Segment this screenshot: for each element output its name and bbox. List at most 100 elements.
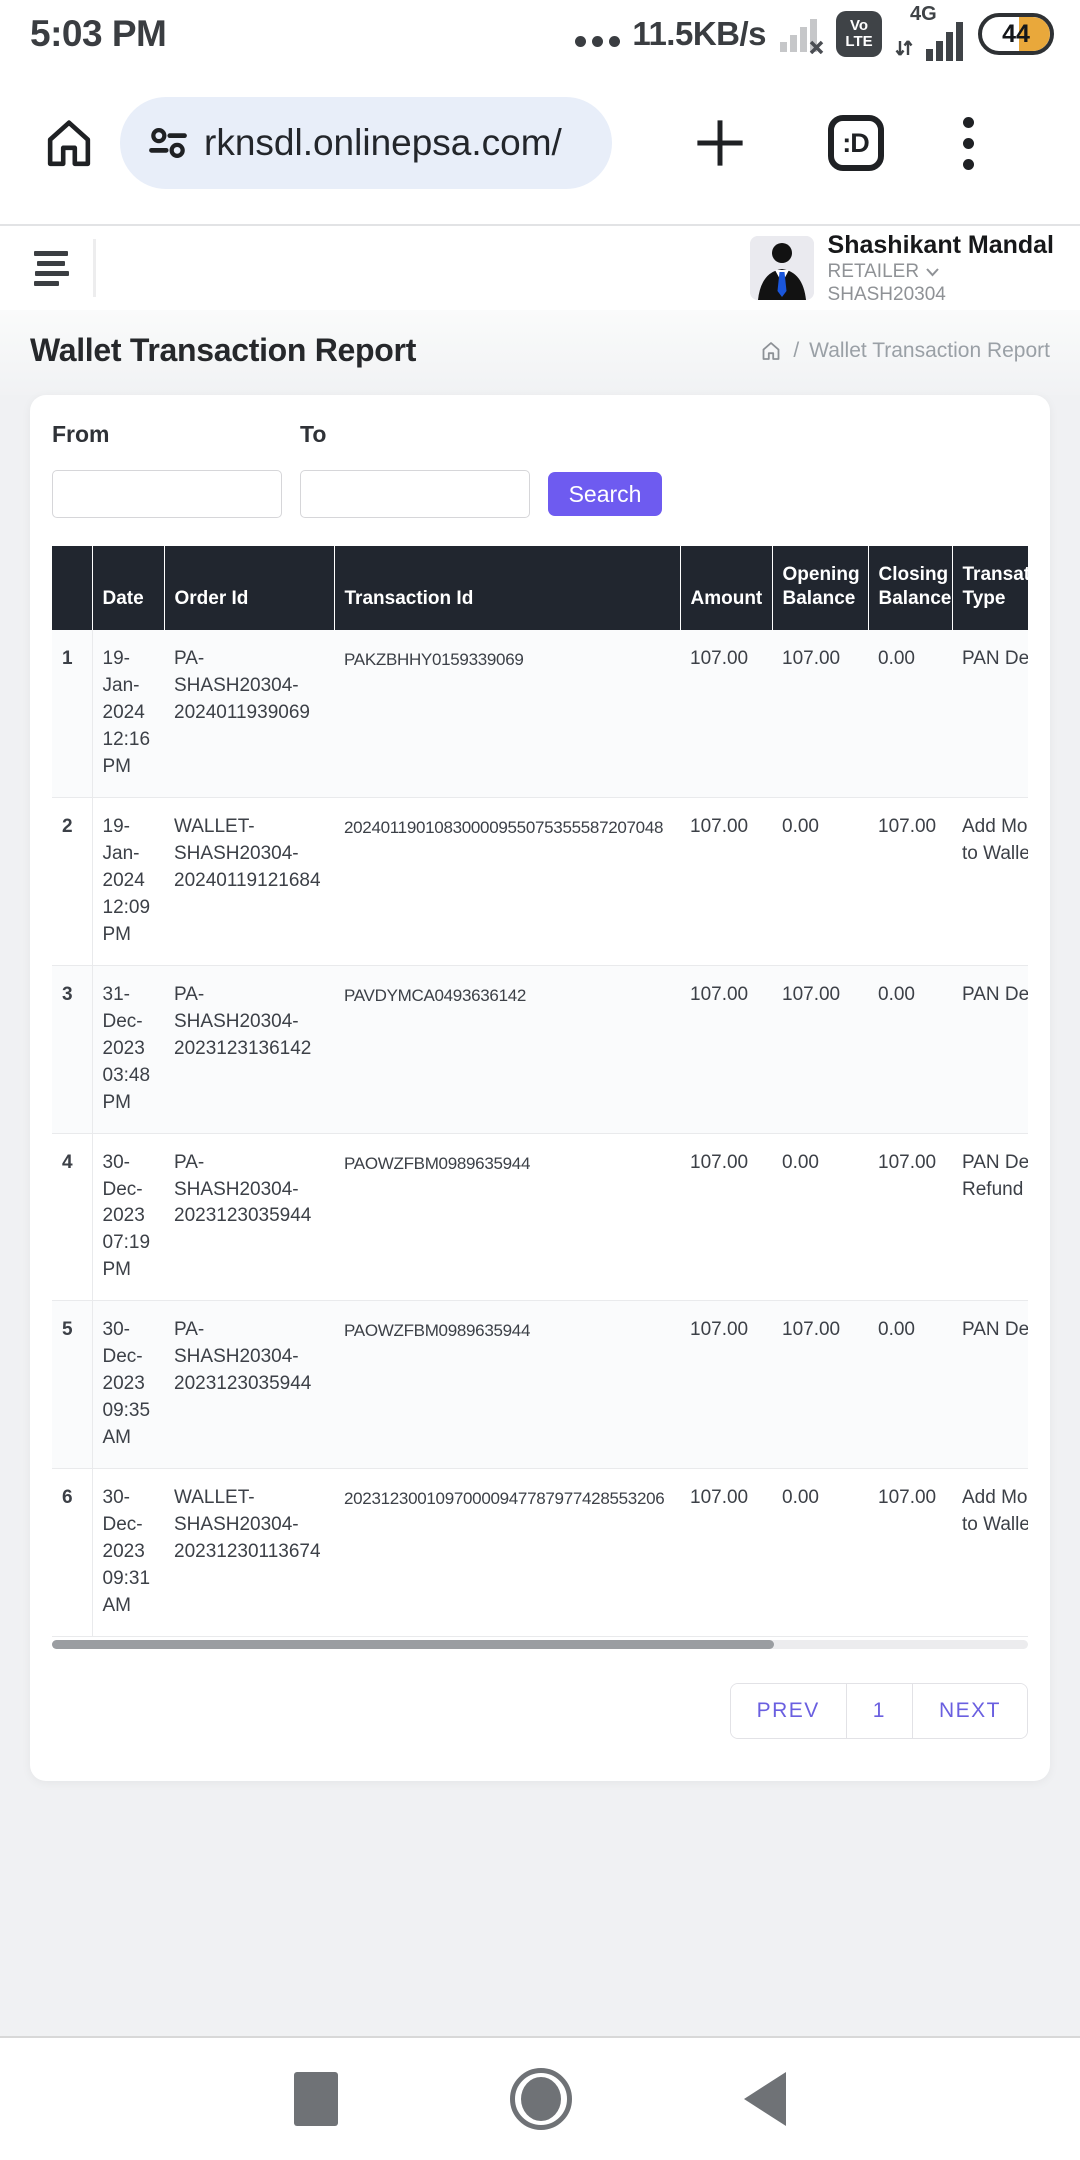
cell-closing_balance: 0.00 (868, 965, 952, 1133)
signal-no-service-icon (778, 14, 824, 54)
cell-date: 19-Jan-2024 12:16 PM (92, 630, 164, 797)
page-title: Wallet Transaction Report (30, 332, 416, 369)
signal-4g-icon: 4G (894, 7, 966, 61)
to-label: To (300, 421, 530, 448)
cell-sn: 5 (52, 1301, 92, 1469)
cell-transaction_id: 20240119010830000955075355587207048 (334, 797, 680, 965)
cell-amount: 107.00 (680, 1133, 772, 1301)
cell-closing_balance: 107.00 (868, 797, 952, 965)
column-header: Closing Balance (868, 546, 952, 630)
cell-amount: 107.00 (680, 1301, 772, 1469)
column-header: Transation Type (952, 546, 1028, 630)
cell-opening_balance: 107.00 (772, 965, 868, 1133)
table-body: 119-Jan-2024 12:16 PMPA-SHASH20304-20240… (52, 630, 1028, 1637)
cell-opening_balance: 107.00 (772, 1301, 868, 1469)
table-row: 630-Dec-2023 09:31 AMWALLET-SHASH20304-2… (52, 1469, 1028, 1637)
cell-closing_balance: 107.00 (868, 1133, 952, 1301)
user-id: SHASH20304 (828, 283, 1054, 306)
cell-transaction_type: PAN Debit (952, 1301, 1028, 1469)
from-date-input[interactable] (52, 470, 282, 518)
user-menu[interactable]: Shashikant Mandal RETAILER SHASH20304 (750, 230, 1054, 307)
cell-transaction_id: PAKZBHHY0159339069 (334, 630, 680, 797)
cell-transaction_id: 20231230010970000947787977428553206 (334, 1469, 680, 1637)
cell-transaction_type: PAN Debit Refund (952, 1133, 1028, 1301)
breadcrumb-home-icon[interactable] (759, 339, 783, 363)
title-row: Wallet Transaction Report / Wallet Trans… (0, 310, 1080, 395)
table-row: 331-Dec-2023 03:48 PMPA-SHASH20304-20231… (52, 965, 1028, 1133)
cell-order_id: WALLET-SHASH20304-20240119121684 (164, 797, 334, 965)
cell-transaction_type: Add Money to Wallet (952, 1469, 1028, 1637)
cell-transaction_type: PAN Debit (952, 630, 1028, 797)
cell-opening_balance: 0.00 (772, 797, 868, 965)
volte-icon: Vo LTE (836, 11, 882, 57)
home-icon[interactable] (30, 114, 108, 172)
cell-transaction_id: PAVDYMCA0493636142 (334, 965, 680, 1133)
url-text: rknsdl.onlinepsa.com/ (204, 122, 562, 164)
cell-order_id: WALLET-SHASH20304-20231230113674 (164, 1469, 334, 1637)
avatar (750, 236, 814, 300)
cell-order_id: PA-SHASH20304-2023123035944 (164, 1301, 334, 1469)
breadcrumb-separator: / (793, 339, 799, 363)
nav-home-icon[interactable] (510, 2068, 572, 2130)
android-nav-bar (0, 2036, 1080, 2160)
chevron-down-icon (925, 267, 940, 277)
new-tab-icon[interactable] (692, 115, 748, 171)
scrollbar-thumb[interactable] (52, 1640, 774, 1649)
search-button[interactable]: Search (548, 472, 662, 516)
column-header (52, 546, 92, 630)
cell-date: 30-Dec-2023 07:19 PM (92, 1133, 164, 1301)
cell-order_id: PA-SHASH20304-2023123035944 (164, 1133, 334, 1301)
cell-opening_balance: 0.00 (772, 1133, 868, 1301)
cell-closing_balance: 107.00 (868, 1469, 952, 1637)
page-number-button[interactable]: 1 (846, 1684, 912, 1738)
tune-icon (146, 121, 190, 165)
cell-amount: 107.00 (680, 797, 772, 965)
phone-screen: 5:03 PM 11.5KB/s Vo LTE 4G (0, 0, 1080, 2160)
prev-page-button[interactable]: PREV (731, 1684, 846, 1738)
tab-switcher-icon[interactable]: :D (828, 115, 884, 171)
next-page-button[interactable]: NEXT (912, 1684, 1027, 1738)
user-name: Shashikant Mandal (828, 230, 1054, 261)
cell-transaction_type: Add Money to Wallet (952, 797, 1028, 965)
cell-date: 31-Dec-2023 03:48 PM (92, 965, 164, 1133)
report-card: From To Search DateOrder IdTransaction I… (30, 395, 1050, 1781)
table-header-row: DateOrder IdTransaction IdAmountOpening … (52, 546, 1028, 630)
cell-sn: 4 (52, 1133, 92, 1301)
to-date-input[interactable] (300, 470, 530, 518)
cell-date: 30-Dec-2023 09:31 AM (92, 1469, 164, 1637)
cell-transaction_id: PAOWZFBM0989635944 (334, 1133, 680, 1301)
recents-icon[interactable] (294, 2072, 338, 2126)
kebab-menu-icon[interactable] (963, 117, 974, 170)
cell-amount: 107.00 (680, 630, 772, 797)
cell-closing_balance: 0.00 (868, 630, 952, 797)
user-role[interactable]: RETAILER (828, 260, 1054, 283)
cell-sn: 1 (52, 630, 92, 797)
app-header: Shashikant Mandal RETAILER SHASH20304 (0, 226, 1080, 310)
status-bar: 5:03 PM 11.5KB/s Vo LTE 4G (0, 0, 1080, 62)
cell-opening_balance: 0.00 (772, 1469, 868, 1637)
back-icon[interactable] (744, 2072, 786, 2126)
clock: 5:03 PM (30, 13, 166, 55)
table-row: 430-Dec-2023 07:19 PMPA-SHASH20304-20231… (52, 1133, 1028, 1301)
cell-transaction_type: PAN Debit (952, 965, 1028, 1133)
browser-toolbar: rknsdl.onlinepsa.com/ :D (0, 62, 1080, 226)
transactions-table: DateOrder IdTransaction IdAmountOpening … (52, 546, 1028, 1637)
cell-date: 30-Dec-2023 09:35 AM (92, 1301, 164, 1469)
cell-closing_balance: 0.00 (868, 1301, 952, 1469)
table-row: 119-Jan-2024 12:16 PMPA-SHASH20304-20240… (52, 630, 1028, 797)
column-header: Transaction Id (334, 546, 680, 630)
network-speed: 11.5KB/s (632, 15, 766, 53)
cell-sn: 3 (52, 965, 92, 1133)
column-header: Date (92, 546, 164, 630)
divider (93, 239, 96, 297)
menu-icon[interactable] (34, 251, 69, 286)
table-row: 530-Dec-2023 09:35 AMPA-SHASH20304-20231… (52, 1301, 1028, 1469)
table-row: 219-Jan-2024 12:09 PMWALLET-SHASH20304-2… (52, 797, 1028, 965)
breadcrumb-current: Wallet Transaction Report (809, 339, 1050, 363)
cell-sn: 2 (52, 797, 92, 965)
url-bar[interactable]: rknsdl.onlinepsa.com/ (120, 97, 612, 189)
cell-opening_balance: 107.00 (772, 630, 868, 797)
ellipsis-icon (575, 36, 620, 47)
cell-order_id: PA-SHASH20304-2024011939069 (164, 630, 334, 797)
horizontal-scrollbar[interactable] (52, 1640, 1028, 1649)
